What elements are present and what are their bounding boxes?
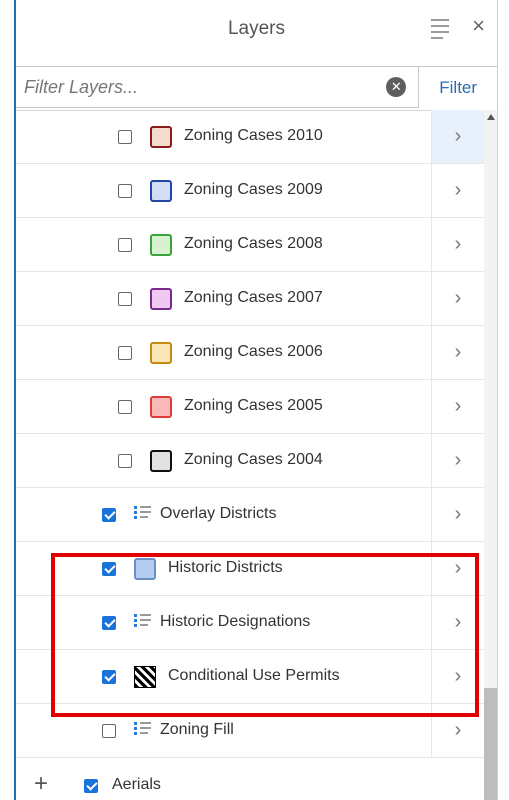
- legend-swatch-icon: [150, 342, 172, 364]
- layer-checkbox[interactable]: [102, 616, 116, 630]
- legend-swatch-icon: [150, 234, 172, 256]
- legend-list-icon: [134, 612, 152, 630]
- layer-row-main[interactable]: Overlay Districts: [16, 488, 431, 541]
- layer-row-main[interactable]: Conditional Use Permits: [16, 650, 431, 703]
- layer-row[interactable]: Historic Designations ›: [16, 596, 484, 650]
- layers-panel: Layers × ✕ Filter Zoning Cases 2010›Zoni…: [14, 0, 498, 800]
- layer-checkbox[interactable]: [102, 508, 116, 522]
- layer-label: Zoning Cases 2008: [184, 235, 323, 252]
- layer-row[interactable]: Zoning Cases 2005 ›: [16, 380, 484, 434]
- layer-row[interactable]: Zoning Cases 2009 ›: [16, 164, 484, 218]
- clear-filter-icon[interactable]: ✕: [386, 77, 407, 97]
- layer-label: Historic Designations: [160, 613, 311, 630]
- layer-row-main[interactable]: Zoning Cases 2007: [16, 272, 431, 325]
- legend-swatch-icon: [150, 396, 172, 418]
- legend-swatch-icon: [134, 558, 156, 580]
- layer-row-main[interactable]: Zoning Cases 2010: [16, 110, 431, 163]
- layer-checkbox[interactable]: [118, 454, 132, 468]
- layer-row-main[interactable]: Historic Districts: [16, 542, 431, 595]
- layer-checkbox[interactable]: [118, 292, 132, 306]
- filter-input-wrap: ✕: [16, 66, 420, 108]
- list-menu-icon[interactable]: [431, 19, 449, 39]
- layer-checkbox[interactable]: [102, 562, 116, 576]
- chevron-right-icon[interactable]: ›: [431, 488, 484, 541]
- layer-checkbox[interactable]: [102, 724, 116, 738]
- layer-label: Historic Districts: [168, 559, 283, 576]
- layer-checkbox[interactable]: [118, 400, 132, 414]
- layer-label: Zoning Cases 2006: [184, 343, 323, 360]
- layer-checkbox[interactable]: [102, 670, 116, 684]
- layer-row-main[interactable]: Zoning Cases 2006: [16, 326, 431, 379]
- layer-checkbox[interactable]: [118, 184, 132, 198]
- legend-swatch-icon: [150, 180, 172, 202]
- panel-header: Layers ×: [16, 0, 497, 58]
- layer-label: Zoning Cases 2005: [184, 397, 323, 414]
- legend-swatch-icon: [150, 450, 172, 472]
- layer-row-main[interactable]: Zoning Cases 2004: [16, 434, 431, 487]
- legend-list-icon: [134, 504, 152, 522]
- layer-row[interactable]: Historic Districts ›: [16, 542, 484, 596]
- chevron-right-icon[interactable]: ›: [431, 326, 484, 379]
- chevron-right-icon[interactable]: ›: [431, 218, 484, 271]
- layer-checkbox[interactable]: [118, 130, 132, 144]
- layer-row-main[interactable]: Zoning Fill: [16, 704, 431, 757]
- layer-row-aerials[interactable]: + Aerials: [16, 770, 484, 800]
- filter-button[interactable]: Filter: [419, 66, 497, 108]
- legend-swatch-icon: [150, 288, 172, 310]
- layer-row[interactable]: Conditional Use Permits ›: [16, 650, 484, 704]
- layer-label: Zoning Cases 2007: [184, 289, 323, 306]
- hatch-pattern-icon: [134, 666, 156, 688]
- close-icon[interactable]: ×: [472, 14, 485, 38]
- layer-row-main[interactable]: Zoning Cases 2008: [16, 218, 431, 271]
- scrollbar[interactable]: [484, 110, 497, 800]
- chevron-right-icon[interactable]: ›: [431, 650, 484, 703]
- filter-row: ✕ Filter: [16, 66, 497, 111]
- filter-layers-input[interactable]: [16, 67, 392, 107]
- layer-row-main[interactable]: Zoning Cases 2005: [16, 380, 431, 433]
- layer-row[interactable]: Zoning Cases 2007 ›: [16, 272, 484, 326]
- layer-label: Zoning Cases 2009: [184, 181, 323, 198]
- layer-row[interactable]: Zoning Fill ›: [16, 704, 484, 758]
- layer-label: Overlay Districts: [160, 505, 277, 522]
- layer-checkbox[interactable]: [118, 346, 132, 360]
- legend-list-icon: [134, 720, 152, 738]
- layer-row[interactable]: Zoning Cases 2008 ›: [16, 218, 484, 272]
- layer-row[interactable]: Zoning Cases 2006 ›: [16, 326, 484, 380]
- chevron-right-icon[interactable]: ›: [431, 704, 484, 757]
- chevron-right-icon[interactable]: ›: [431, 596, 484, 649]
- layer-label: Aerials: [112, 776, 161, 793]
- layer-row[interactable]: Zoning Cases 2010 ›: [16, 110, 484, 164]
- panel-title: Layers: [227, 18, 286, 39]
- chevron-right-icon[interactable]: ›: [431, 272, 484, 325]
- layer-row-main[interactable]: Zoning Cases 2009: [16, 164, 431, 217]
- scroll-up-arrow-icon[interactable]: [487, 114, 495, 120]
- chevron-right-icon[interactable]: ›: [431, 434, 484, 487]
- layer-list: Zoning Cases 2010 › Zoning Cases 2009 › Zoni…: [16, 110, 484, 758]
- layer-label: Zoning Fill: [160, 721, 234, 738]
- chevron-right-icon[interactable]: ›: [431, 380, 484, 433]
- layer-checkbox[interactable]: [118, 238, 132, 252]
- expand-plus-icon[interactable]: +: [34, 770, 48, 798]
- layer-label: Zoning Cases 2004: [184, 451, 323, 468]
- legend-swatch-icon: [150, 126, 172, 148]
- layer-row-main[interactable]: Historic Designations: [16, 596, 431, 649]
- layer-row[interactable]: Overlay Districts ›: [16, 488, 484, 542]
- layer-row[interactable]: Zoning Cases 2004 ›: [16, 434, 484, 488]
- chevron-right-icon[interactable]: ›: [431, 164, 484, 217]
- scroll-thumb[interactable]: [484, 688, 497, 800]
- layer-label: Conditional Use Permits: [168, 667, 340, 684]
- chevron-right-icon[interactable]: ›: [431, 110, 484, 163]
- layer-checkbox[interactable]: [84, 779, 98, 793]
- chevron-right-icon[interactable]: ›: [431, 542, 484, 595]
- layer-label: Zoning Cases 2010: [184, 127, 323, 144]
